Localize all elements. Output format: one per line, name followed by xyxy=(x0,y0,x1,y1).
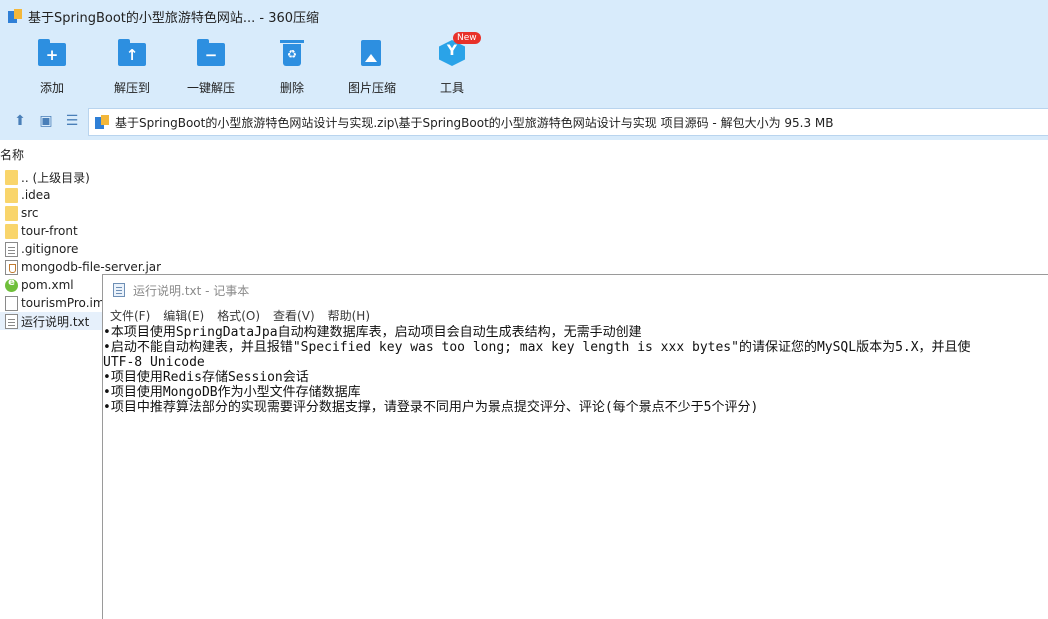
xml-file-icon xyxy=(5,277,18,292)
app-logo-icon xyxy=(8,9,22,23)
file-row-tour-front[interactable]: tour-front xyxy=(0,222,110,240)
jar-file-icon xyxy=(5,259,18,275)
name-column-label: 名称 xyxy=(0,148,25,162)
toolbar: + 添加 ↑ 解压到 − 一键解压 ♻ 删除 图片压缩 Y New 工具 xyxy=(0,32,1048,102)
folder-icon xyxy=(5,187,18,203)
delete-label: 删除 xyxy=(279,81,304,95)
file-name: .gitignore xyxy=(21,242,79,256)
text-line: •项目使用MongoDB作为小型文件存储数据库 xyxy=(103,385,361,400)
thumbnail-view-icon[interactable]: ▣ xyxy=(38,113,54,129)
one-click-extract-label: 一键解压 xyxy=(186,81,235,95)
file-row-src[interactable]: src xyxy=(0,204,110,222)
recycle-bin-icon: ♻ xyxy=(277,38,307,68)
one-click-folder-icon: − xyxy=(196,38,226,68)
folder-icon xyxy=(5,223,18,239)
menu-file[interactable]: 文件(F) xyxy=(110,307,150,324)
add-label: 添加 xyxy=(39,81,64,95)
file-row-gitignore[interactable]: .gitignore xyxy=(0,240,110,258)
file-name: .. (上级目录) xyxy=(21,170,90,185)
file-row-readme-txt[interactable]: 运行说明.txt xyxy=(0,312,102,330)
address-bar: ⬆ ▣ ☰ 基于SpringBoot的小型旅游特色网站设计与实现.zip\基于S… xyxy=(0,102,1048,140)
extract-folder-icon: ↑ xyxy=(117,38,147,68)
new-badge: New xyxy=(453,32,481,44)
file-row-pom-xml[interactable]: pom.xml xyxy=(0,276,102,294)
up-arrow-icon[interactable]: ⬆ xyxy=(12,113,28,129)
menu-format[interactable]: 格式(O) xyxy=(217,307,260,324)
text-file-icon xyxy=(5,241,18,257)
file-row-tourismpro[interactable]: tourismPro.im xyxy=(0,294,102,312)
text-file-icon xyxy=(5,313,18,329)
file-name: pom.xml xyxy=(21,278,74,292)
menu-view[interactable]: 查看(V) xyxy=(273,307,315,324)
extract-to-label: 解压到 xyxy=(113,81,150,95)
delete-button[interactable]: ♻ 删除 xyxy=(252,38,332,98)
notepad-window: 运行说明.txt - 记事本 文件(F) 编辑(E) 格式(O) 查看(V) 帮… xyxy=(102,274,1048,619)
extract-to-button[interactable]: ↑ 解压到 xyxy=(92,38,172,98)
file-name: mongodb-file-server.jar xyxy=(21,260,162,274)
file-name: src xyxy=(21,206,39,220)
tools-icon: Y New xyxy=(437,32,481,68)
image-compress-icon xyxy=(357,38,387,68)
file-row-parent[interactable]: .. (上级目录) xyxy=(0,168,110,186)
file-name: tourismPro.im xyxy=(21,296,102,310)
file-name: .idea xyxy=(21,188,51,202)
name-column-header[interactable]: 名称 xyxy=(0,145,1048,165)
file-row-idea[interactable]: .idea xyxy=(0,186,110,204)
text-line: UTF-8 Unicode xyxy=(103,355,205,370)
archive-icon xyxy=(95,115,109,129)
list-view-icon[interactable]: ☰ xyxy=(64,113,80,129)
app-window: 基于SpringBoot的小型旅游特色网站... - 360压缩 + 添加 ↑ … xyxy=(0,0,1048,619)
one-click-extract-button[interactable]: − 一键解压 xyxy=(171,38,251,98)
path-field[interactable]: 基于SpringBoot的小型旅游特色网站设计与实现.zip\基于SpringB… xyxy=(88,108,1048,136)
notepad-icon xyxy=(113,283,125,297)
image-compress-label: 图片压缩 xyxy=(347,81,396,95)
notepad-title: 运行说明.txt - 记事本 xyxy=(133,283,250,298)
tools-label: 工具 xyxy=(439,81,464,95)
add-folder-icon: + xyxy=(37,38,67,68)
add-button[interactable]: + 添加 xyxy=(12,38,92,98)
path-text: 基于SpringBoot的小型旅游特色网站设计与实现.zip\基于SpringB… xyxy=(115,115,834,130)
text-line: •本项目使用SpringDataJpa自动构建数据库表，启动项目会自动生成表结构… xyxy=(103,325,642,340)
file-name: tour-front xyxy=(21,224,78,238)
title-bar: 基于SpringBoot的小型旅游特色网站... - 360压缩 xyxy=(0,0,1048,32)
file-name: 运行说明.txt xyxy=(21,314,90,329)
window-title: 基于SpringBoot的小型旅游特色网站... - 360压缩 xyxy=(28,10,320,26)
folder-icon xyxy=(5,169,18,185)
document-file-icon xyxy=(5,295,18,311)
notepad-title-bar[interactable]: 运行说明.txt - 记事本 xyxy=(103,275,1048,305)
folder-icon xyxy=(5,205,18,221)
notepad-menu-bar: 文件(F) 编辑(E) 格式(O) 查看(V) 帮助(H) xyxy=(103,305,1048,325)
tools-button[interactable]: Y New 工具 xyxy=(412,32,492,98)
text-line: •项目中推荐算法部分的实现需要评分数据支撑，请登录不同用户为景点提交评分、评论(… xyxy=(103,400,759,415)
image-compress-button[interactable]: 图片压缩 xyxy=(332,38,412,98)
text-line: •项目使用Redis存储Session会话 xyxy=(103,370,309,385)
menu-help[interactable]: 帮助(H) xyxy=(328,307,370,324)
text-line: •启动不能自动构建表，并且报错"Specified key was too lo… xyxy=(103,340,971,355)
menu-edit[interactable]: 编辑(E) xyxy=(163,307,204,324)
notepad-text-area[interactable]: •本项目使用SpringDataJpa自动构建数据库表，启动项目会自动生成表结构… xyxy=(103,325,1048,619)
